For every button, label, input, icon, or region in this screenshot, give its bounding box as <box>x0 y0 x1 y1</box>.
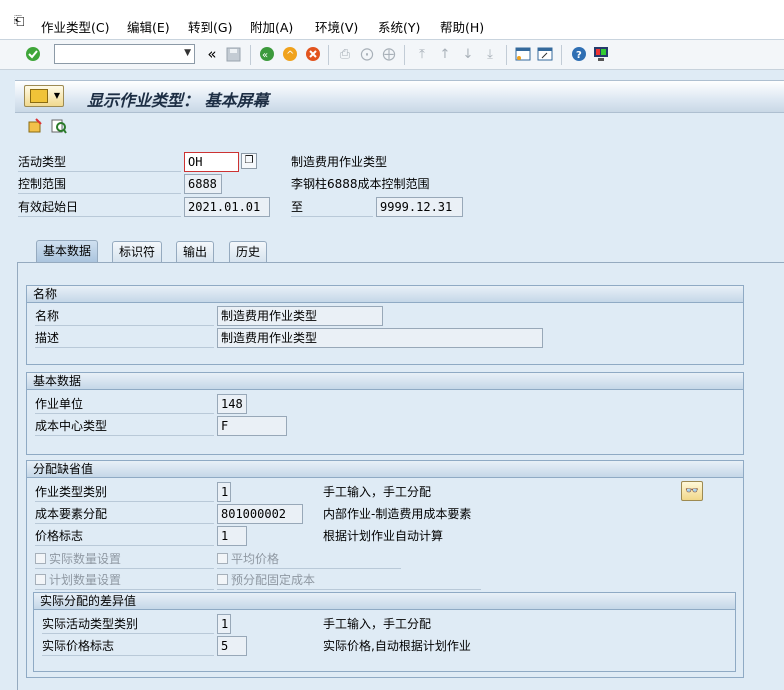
valid-to-label: 至 <box>291 197 373 217</box>
system-menu-button[interactable]: ▼ <box>24 85 64 107</box>
plan-qty-set-checkbox: 计划数量设置 <box>35 570 121 590</box>
menu-help[interactable]: 帮助(H) <box>440 17 484 36</box>
plan-qty-set-label: 计划数量设置 <box>49 573 122 587</box>
activity-type-category-label: 作业类型类别 <box>35 482 214 502</box>
valid-to-field: 9999.12.31 <box>376 197 463 217</box>
shortcut-icon[interactable] <box>536 45 554 63</box>
next-page-icon[interactable]: ↓ <box>459 45 477 63</box>
activity-type-category-desc: 手工输入，手工分配 <box>323 485 432 499</box>
cost-center-category-field: F <box>217 416 287 436</box>
menu-activity-type[interactable]: 作业类型(C) <box>41 17 109 36</box>
actual-price-indicator-field: 5 <box>217 636 247 656</box>
tab-basic-data[interactable]: 基本数据 <box>36 240 99 263</box>
actual-qty-set-label: 实际数量设置 <box>49 552 122 566</box>
chevron-down-icon[interactable]: ▼ <box>184 48 191 58</box>
predistribute-fixed-cost-label: 预分配固定成本 <box>231 573 316 587</box>
controlling-area-field: 6888 <box>184 174 222 194</box>
possible-entries-icon[interactable]: ❐ <box>241 153 257 169</box>
activity-type-label: 活动类型 <box>18 152 181 172</box>
menu-icon[interactable]: ⎗ <box>14 14 30 29</box>
save-icon[interactable] <box>224 45 242 63</box>
more-arrows-icon[interactable]: « <box>203 45 221 63</box>
menu-system[interactable]: 系统(Y) <box>378 17 420 36</box>
menu-goto[interactable]: 转到(G) <box>188 17 232 36</box>
display-icon[interactable] <box>50 117 68 135</box>
cost-element-desc: 内部作业-制造费用成本要素 <box>323 507 472 521</box>
controlling-area-desc: 李钢柱6888成本控制范围 <box>291 177 430 191</box>
title-bar: ▼ 显示作业类型： 基本屏幕 <box>15 80 784 113</box>
activity-type-category-field: 1 <box>217 482 231 502</box>
svg-text:^: ^ <box>286 50 294 61</box>
command-field[interactable]: ▼ <box>54 44 195 64</box>
customize-layout-icon[interactable] <box>592 45 610 63</box>
glasses-icon[interactable]: 👓 <box>681 481 703 501</box>
average-price-label: 平均价格 <box>231 552 280 566</box>
valid-from-label: 有效起始日 <box>18 197 181 217</box>
actual-activity-type-category-desc: 手工输入，手工分配 <box>323 617 432 631</box>
description-field: 制造费用作业类型 <box>217 328 543 348</box>
menu-edit[interactable]: 编辑(E) <box>127 17 170 36</box>
description-label: 描述 <box>35 328 214 348</box>
basic-data-group-title: 基本数据 <box>27 373 743 390</box>
valid-from-field: 2021.01.01 <box>184 197 270 217</box>
name-field: 制造费用作业类型 <box>217 306 383 326</box>
menu-extras[interactable]: 附加(A) <box>250 17 293 36</box>
check-icon[interactable] <box>24 45 42 63</box>
page-title: 显示作业类型： 基本屏幕 <box>87 91 269 110</box>
exit-icon[interactable]: ^ <box>281 45 299 63</box>
names-group-title: 名称 <box>27 286 743 303</box>
activity-type-desc: 制造费用作业类型 <box>291 155 388 169</box>
menu-bar: ⎗ 作业类型(C) 编辑(E) 转到(G) 附加(A) 环境(V) 系统(Y) … <box>0 0 784 40</box>
cost-element-label: 成本要素分配 <box>35 504 214 524</box>
activity-unit-field: 148 <box>217 394 247 414</box>
cancel-icon[interactable] <box>304 45 322 63</box>
actual-price-indicator-desc: 实际价格,自动根据计划作业 <box>323 639 471 653</box>
cost-element-field: 801000002 <box>217 504 303 524</box>
price-indicator-field: 1 <box>217 526 247 546</box>
svg-text:?: ? <box>576 50 582 61</box>
standard-toolbar: ▼ « « ^ ⎙ ⨀ ⨁ ⤒ ↑ ↓ ⤓ ? <box>0 40 784 70</box>
back-icon[interactable]: « <box>258 45 276 63</box>
name-label: 名称 <box>35 306 214 326</box>
create-icon[interactable] <box>26 117 44 135</box>
first-page-icon[interactable]: ⤒ <box>413 45 431 63</box>
create-session-icon[interactable] <box>514 45 532 63</box>
help-icon[interactable]: ? <box>570 45 588 63</box>
price-indicator-label: 价格标志 <box>35 526 214 546</box>
print-icon[interactable]: ⎙ <box>336 45 354 63</box>
actual-variance-group-title: 实际分配的差异值 <box>34 593 735 610</box>
activity-type-field[interactable]: OH <box>184 152 239 172</box>
actual-activity-type-category-field: 1 <box>217 614 231 634</box>
actual-activity-type-category-label: 实际活动类型类别 <box>42 614 214 634</box>
price-indicator-desc: 根据计划作业自动计算 <box>323 529 444 543</box>
allocation-defaults-group-title: 分配缺省值 <box>27 461 743 478</box>
last-page-icon[interactable]: ⤓ <box>481 45 499 63</box>
tab-history[interactable]: 历史 <box>229 241 268 263</box>
average-price-checkbox: 平均价格 <box>217 549 279 569</box>
find-icon[interactable]: ⨀ <box>358 45 376 63</box>
actual-qty-set-checkbox: 实际数量设置 <box>35 549 121 569</box>
cost-center-category-label: 成本中心类型 <box>35 416 214 436</box>
find-next-icon[interactable]: ⨁ <box>380 45 398 63</box>
folder-icon <box>30 89 48 103</box>
chevron-down-icon: ▼ <box>53 91 60 100</box>
tab-output[interactable]: 输出 <box>176 241 215 263</box>
actual-price-indicator-label: 实际价格标志 <box>42 636 214 656</box>
svg-text:«: « <box>262 50 268 61</box>
controlling-area-label: 控制范围 <box>18 174 181 194</box>
previous-page-icon[interactable]: ↑ <box>436 45 454 63</box>
menu-environment[interactable]: 环境(V) <box>315 17 358 36</box>
activity-unit-label: 作业单位 <box>35 394 214 414</box>
predistribute-fixed-cost-checkbox: 预分配固定成本 <box>217 570 315 590</box>
tab-indicators[interactable]: 标识符 <box>112 241 163 263</box>
